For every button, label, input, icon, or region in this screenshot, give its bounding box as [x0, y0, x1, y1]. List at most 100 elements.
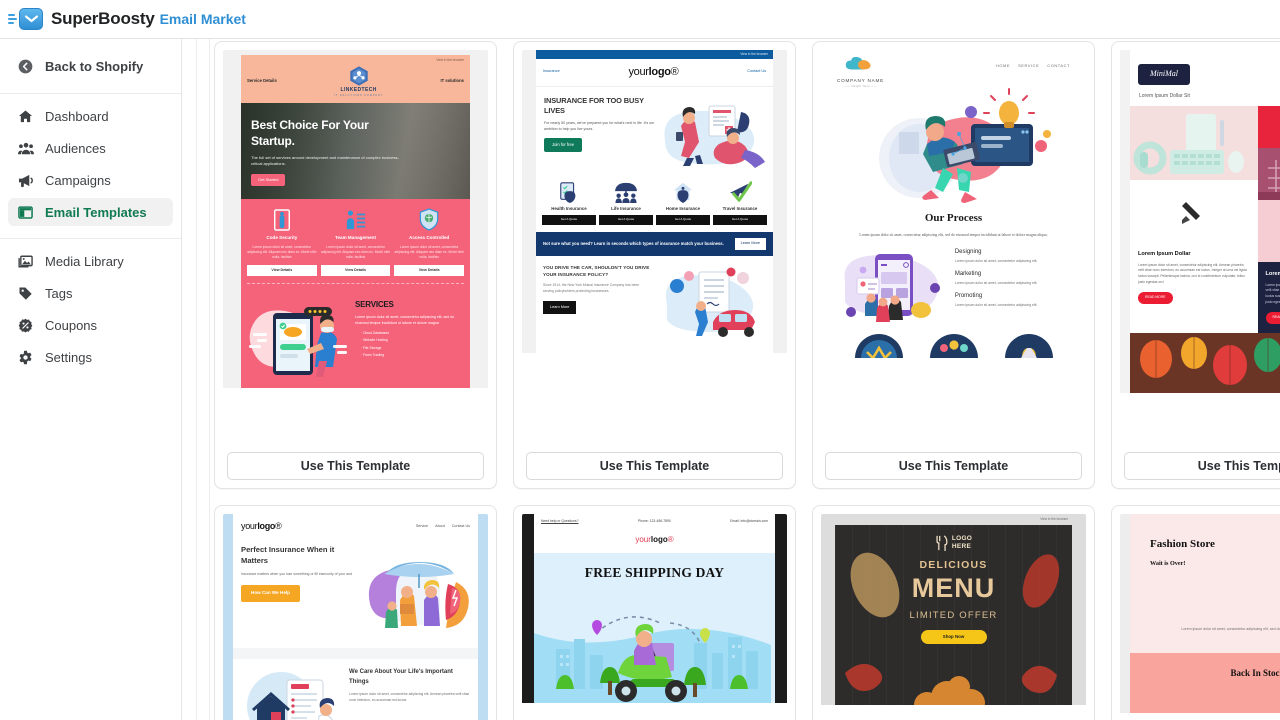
template-card[interactable]: Fashion Store Wait is Over! Lorem ipsum … [1111, 505, 1280, 720]
content-scroll-gutter[interactable] [182, 39, 214, 720]
block-cta-button[interactable]: READ MORE [1138, 291, 1173, 304]
feature-cta-button[interactable]: View Details [247, 264, 317, 276]
category-cta-button[interactable]: Get A Quote [713, 214, 767, 225]
hero-body: For nearly 50 years, we've prepared you … [544, 120, 655, 131]
avatar [929, 334, 978, 359]
block-body: Lorem ipsum dolor sit amet, consectetur … [1265, 282, 1280, 304]
template-card[interactable]: yourlogo® Service About Contact Us Perfe… [214, 505, 497, 720]
hex-logo-icon [348, 65, 370, 87]
services-list-item: Cloud Databases [361, 331, 464, 336]
use-template-button[interactable]: Use This Template [227, 452, 484, 480]
use-template-button[interactable]: Use This Template [825, 452, 1082, 480]
use-template-button[interactable]: Use This Template [1124, 452, 1280, 480]
step-title: Promoting [954, 292, 983, 299]
section-title: Back In Stock [1230, 667, 1280, 678]
hero-cta-button[interactable]: Get Started [251, 174, 286, 187]
app-logo[interactable] [8, 8, 43, 30]
services-list-item: File Storage [361, 346, 464, 351]
sidebar-item-back-to-shopify[interactable]: Back to Shopify [8, 51, 173, 81]
hero-cta-button[interactable]: How Can We Help [241, 585, 300, 603]
block-cta-button[interactable]: READ MORE [1265, 311, 1280, 324]
tag-icon [17, 285, 34, 302]
avatar-row [831, 328, 1076, 359]
sidebar-item-coupons[interactable]: Coupons [8, 311, 173, 339]
template-card[interactable]: View in the browser Insurance yourlogo® … [513, 41, 796, 489]
view-in-browser-label: View in the browser [1040, 517, 1068, 521]
brand-logo: LINKEDTECH IT SOLUTIONS COMPANY [334, 65, 383, 98]
logo-text: LINKEDTECH [340, 86, 377, 93]
nav-item[interactable]: Contact Us [452, 524, 470, 530]
sidebar-item-label: Settings [45, 349, 92, 365]
feature-cta-button[interactable]: View Details [394, 264, 465, 276]
hero-title: Fashion Store [1150, 538, 1215, 550]
category-cta-button[interactable]: Get A Quote [656, 214, 710, 225]
nav-left-label[interactable]: Insurance [543, 69, 560, 75]
hero-section: Perfect Insurance When it Matters Insura… [233, 540, 478, 649]
hero-line-3: LIMITED OFFER [909, 609, 998, 621]
sidebar-item-tags[interactable]: Tags [8, 279, 173, 307]
sidebar-item-label: Audiences [45, 140, 106, 156]
template-nav: yourlogo® Service About Contact Us [233, 514, 478, 540]
phone-label: Phone: 123-456-7890 [637, 519, 671, 523]
nav-item[interactable]: Service [416, 524, 428, 530]
nav-right-label[interactable]: Contact Us [747, 69, 766, 75]
feature-body: Lorem ipsum dolor sit amet, consectetur … [320, 244, 391, 260]
sidebar-item-label: Dashboard [45, 108, 109, 124]
hero-cta-button[interactable]: Shop Now [920, 629, 987, 645]
sidebar-item-dashboard[interactable]: Dashboard [8, 102, 173, 130]
email-label: Email: info@domain.com [730, 519, 768, 523]
product-photo [1257, 148, 1280, 201]
coupon-percent-icon [17, 317, 34, 334]
template-card[interactable]: Need help or Questions? Phone: 123-456-7… [513, 505, 796, 720]
feature-item: Team Management Lorem ipsum dolor sit am… [320, 207, 391, 276]
content-block: Lorem Ipsum Dollar Lorem ipsum dolor sit… [1130, 242, 1258, 312]
hero-cta-button[interactable]: Join for free [544, 138, 583, 153]
hero-title: INSURANCE FOR TOO BUSY LIVES [544, 96, 644, 115]
brand-logo: MiniMal [1138, 63, 1190, 85]
view-in-browser-label: View in the browser [436, 58, 464, 62]
category-cta-button[interactable]: Get A Quote [542, 214, 596, 225]
services-body: Lorem ipsum dolor sit amet, consectetur … [354, 314, 455, 325]
sidebar-item-label: Campaigns [45, 172, 111, 188]
template-preview: yourlogo® Service About Contact Us Perfe… [223, 514, 488, 720]
nav-item[interactable]: HOME [996, 63, 1010, 69]
use-template-button[interactable]: Use This Template [526, 452, 783, 480]
section-subtitle: Lorem ipsum dolor sit amet, consectetur … [859, 232, 1048, 237]
template-card[interactable]: View in the browser LOGO HERE DELICIOUS … [812, 505, 1095, 720]
promo-band-button[interactable]: Learn More [734, 237, 766, 251]
template-preview: View in the browser LOGO HERE DELICIOUS … [821, 514, 1086, 720]
sidebar-item-audiences[interactable]: Audiences [8, 134, 173, 162]
sidebar-item-campaigns[interactable]: Campaigns [8, 166, 173, 194]
template-card[interactable]: COMPANY NAME —— Insight Here —— HOME SER… [812, 41, 1095, 489]
section-cta-button[interactable]: Learn More [543, 301, 577, 314]
feature-cta-button[interactable]: View Details [320, 264, 391, 276]
secondary-section: We Care About Your Life's Important Thin… [233, 659, 478, 720]
hero-illustration [831, 88, 1076, 208]
promo-band: Not sure what you need? Learn in seconds… [536, 231, 773, 257]
dashed-divider [247, 282, 464, 284]
services-section: SERVICES Lorem ipsum dolor sit amet, con… [241, 290, 470, 388]
nav-item[interactable]: SERVICE [1018, 63, 1039, 69]
category-cta-button[interactable]: Get A Quote [599, 214, 653, 225]
home-icon [17, 108, 34, 125]
sidebar-item-media-library[interactable]: Media Library [8, 247, 173, 275]
category-item: Life Insurance Get A Quote [599, 181, 653, 225]
services-title: SERVICES [354, 299, 394, 309]
hero-section: Fashion Store Wait is Over! Lorem ipsum … [1130, 514, 1280, 653]
template-preview: Need help or Questions? Phone: 123-456-7… [522, 514, 787, 720]
sidebar-item-email-templates[interactable]: Email Templates [8, 198, 173, 226]
feature-body: Lorem ipsum dolor sit amet, consectetur … [394, 244, 464, 260]
template-card[interactable]: Doesn't show images? | View in browser M… [1111, 41, 1280, 489]
clipboard-shield-icon [542, 181, 596, 203]
template-preview: Fashion Store Wait is Over! Lorem ipsum … [1120, 514, 1280, 720]
nav-item[interactable]: About [435, 524, 445, 530]
template-card[interactable]: View in the browser Service Details LINK… [214, 41, 497, 489]
brand-logo: COMPANY NAME —— Insight Here —— [837, 56, 884, 88]
person-list-icon [321, 207, 391, 231]
feature-item: Access Controlled Lorem ipsum dolor sit … [394, 207, 465, 276]
brand-logo: yourlogo® [628, 65, 679, 78]
sidebar-item-settings[interactable]: Settings [8, 343, 173, 371]
gear-icon [17, 349, 34, 366]
help-link[interactable]: Need help or Questions? [541, 519, 579, 524]
nav-item[interactable]: CONTACT [1047, 63, 1070, 69]
